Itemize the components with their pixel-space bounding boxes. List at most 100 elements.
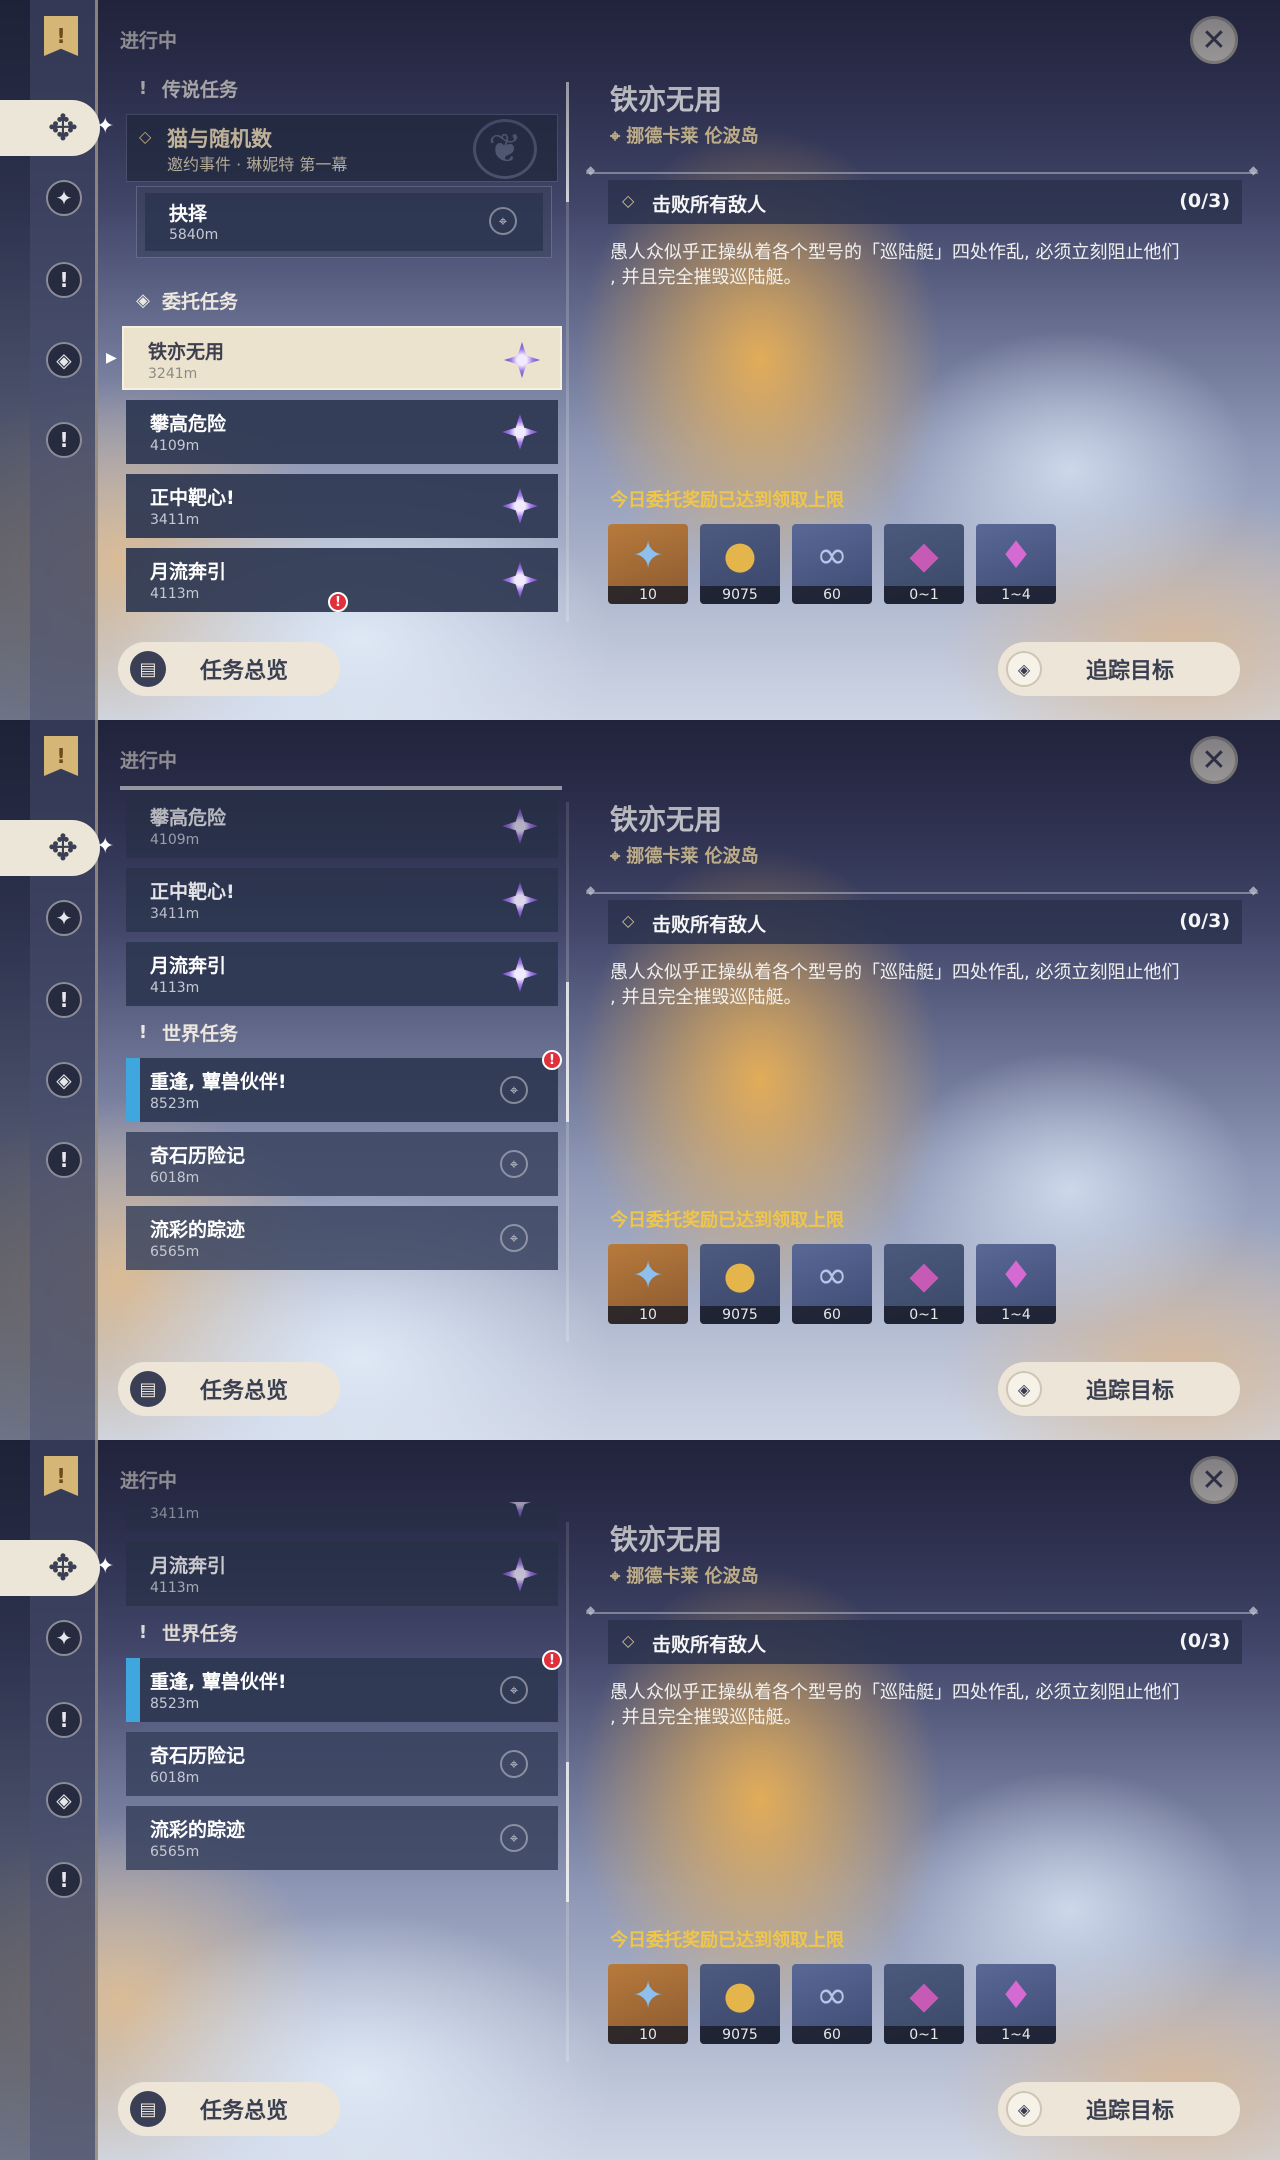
world-quest-card[interactable]: 重逢, 蕈兽伙伴! 8523m ⌖: [126, 1658, 558, 1722]
reward-item[interactable]: ● 9075: [700, 1964, 780, 2044]
reward-item[interactable]: ∞ 60: [792, 524, 872, 604]
reward-item[interactable]: ∞ 60: [792, 1964, 872, 2044]
legend-quest-name: 猫与随机数: [167, 127, 272, 151]
commission-icon[interactable]: ◈: [46, 1782, 82, 1818]
scroll-thumb[interactable]: [566, 1762, 569, 1902]
close-button[interactable]: ✕: [1190, 1456, 1238, 1504]
commission-card[interactable]: 正中靶心! 3411m: [126, 1502, 558, 1532]
reward-item[interactable]: ● 9075: [700, 524, 780, 604]
location-pin-icon[interactable]: ⌖: [500, 1824, 528, 1852]
world-quest-icon[interactable]: !: [46, 422, 82, 458]
archon-quest-icon[interactable]: ✦: [46, 1620, 82, 1656]
quest-book-icon: ▤: [130, 2091, 166, 2127]
diamond-icon: ◇: [622, 191, 635, 210]
archon-quest-icon[interactable]: ✦: [46, 180, 82, 216]
commission-card[interactable]: 正中靶心! 3411m: [126, 868, 558, 932]
commission-card[interactable]: 月流奔引 4113m: [126, 942, 558, 1006]
reward-item[interactable]: ✦ 10: [608, 524, 688, 604]
sidebar-item-in-progress[interactable]: ✥: [0, 820, 100, 876]
scroll-thumb[interactable]: [566, 82, 569, 202]
reward-count: 9075: [700, 2026, 780, 2044]
location-pin-icon[interactable]: ⌖: [500, 1076, 528, 1104]
mora-icon: ●: [723, 533, 757, 577]
world-quest-card[interactable]: 重逢, 蕈兽伙伴! 8523m ⌖: [126, 1058, 558, 1122]
reward-item[interactable]: ✦ 10: [608, 1244, 688, 1324]
quest-overview-button[interactable]: ▤ 任务总览: [118, 2082, 340, 2136]
reward-item[interactable]: ◆ 0~1: [884, 1964, 964, 2044]
legend-step-name: 抉择: [169, 203, 208, 225]
crystal-cluster-icon: ♦: [998, 1253, 1034, 1297]
world-quest-distance: 8523m: [150, 1096, 200, 1112]
story-quest-icon[interactable]: !: [46, 262, 82, 298]
reward-item[interactable]: ● 9075: [700, 1244, 780, 1324]
reward-item[interactable]: ✦ 10: [608, 1964, 688, 2044]
quest-description: 愚人众似乎正操纵着各个型号的「巡陆艇」四处作乱, 必须立刻阻止他们 , 并且完全…: [610, 1680, 1246, 1730]
reward-item[interactable]: ♦ 1~4: [976, 524, 1056, 604]
quest-banner-icon[interactable]: !: [44, 1456, 78, 1496]
quest-location: ⌖ 挪德卡莱 伦波岛: [610, 1566, 759, 1587]
world-quest-name: 重逢, 蕈兽伙伴!: [150, 1071, 287, 1093]
quest-overview-button[interactable]: ▤ 任务总览: [118, 1362, 340, 1416]
commission-card[interactable]: 月流奔引 4113m: [126, 1542, 558, 1606]
ore-crystal-icon: ◆: [909, 1973, 939, 2017]
scrollbar[interactable]: [566, 1522, 569, 2062]
world-quest-card[interactable]: 流彩的踪迹 6565m ⌖: [126, 1806, 558, 1870]
sidebar-item-in-progress[interactable]: ✥: [0, 100, 100, 156]
legend-step-card[interactable]: 抉择 5840m ⌖: [136, 186, 552, 258]
sparkle-icon: ✦: [96, 1554, 115, 1579]
location-pin-icon[interactable]: ⌖: [500, 1224, 528, 1252]
commission-star-icon: [502, 1502, 538, 1518]
legend-quest-subtitle: 邀约事件 · 琳妮特 第一幕: [167, 155, 348, 174]
reward-item[interactable]: ◆ 0~1: [884, 524, 964, 604]
description-line: 愚人众似乎正操纵着各个型号的「巡陆艇」四处作乱, 必须立刻阻止他们: [610, 242, 1180, 263]
tracked-indicator: [126, 1658, 140, 1722]
section-world: ! 世界任务: [132, 1616, 238, 1648]
location-pin-icon[interactable]: ⌖: [489, 207, 517, 235]
world-quest-icon[interactable]: !: [46, 1862, 82, 1898]
commission-card[interactable]: 攀高危险 4109m: [126, 400, 558, 464]
track-target-button[interactable]: ◈ 追踪目标: [998, 1362, 1240, 1416]
reward-item[interactable]: ♦ 1~4: [976, 1244, 1056, 1324]
commission-icon[interactable]: ◈: [46, 1062, 82, 1098]
location-pin-icon[interactable]: ⌖: [500, 1676, 528, 1704]
world-quest-card[interactable]: 奇石历险记 6018m ⌖: [126, 1732, 558, 1796]
legend-quest-card[interactable]: ◇ 猫与随机数 邀约事件 · 琳妮特 第一幕 ❦: [126, 114, 558, 182]
commission-distance: 4109m: [150, 438, 200, 454]
location-pin-icon[interactable]: ⌖: [500, 1750, 528, 1778]
quest-list: ! 传说任务 ◇ 猫与随机数 邀约事件 · 琳妮特 第一幕 ❦ 抉择 5840m …: [118, 62, 566, 622]
reward-limit-note: 今日委托奖励已达到领取上限: [610, 1930, 844, 1951]
reward-item[interactable]: ◆ 0~1: [884, 1244, 964, 1324]
archon-quest-icon[interactable]: ✦: [46, 900, 82, 936]
commission-card[interactable]: 正中靶心! 3411m: [126, 474, 558, 538]
location-pin-icon[interactable]: ⌖: [500, 1150, 528, 1178]
reward-item[interactable]: ♦ 1~4: [976, 1964, 1056, 2044]
world-quest-card[interactable]: 流彩的踪迹 6565m ⌖: [126, 1206, 558, 1270]
story-quest-icon[interactable]: !: [46, 982, 82, 1018]
commission-card[interactable]: 攀高危险 4109m: [126, 794, 558, 858]
commission-card-selected[interactable]: 铁亦无用 3241m: [122, 326, 562, 390]
button-label: 任务总览: [200, 1379, 289, 1404]
reward-item[interactable]: ∞ 60: [792, 1244, 872, 1324]
track-target-button[interactable]: ◈ 追踪目标: [998, 642, 1240, 696]
commission-icon[interactable]: ◈: [46, 342, 82, 378]
quest-banner-icon[interactable]: !: [44, 16, 78, 56]
exclamation-icon: !: [138, 1621, 148, 1643]
objective-bar: ◇ 击败所有敌人 (0/3): [608, 900, 1242, 944]
sidebar-item-in-progress[interactable]: ✥: [0, 1540, 100, 1596]
commission-star-icon: [502, 488, 538, 524]
close-button[interactable]: ✕: [1190, 736, 1238, 784]
close-button[interactable]: ✕: [1190, 16, 1238, 64]
commission-star-icon: [502, 956, 538, 992]
track-target-button[interactable]: ◈ 追踪目标: [998, 2082, 1240, 2136]
scroll-thumb[interactable]: [566, 982, 569, 1122]
world-quest-card[interactable]: 奇石历险记 6018m ⌖: [126, 1132, 558, 1196]
scrollbar[interactable]: [566, 82, 569, 622]
story-quest-icon[interactable]: !: [46, 1702, 82, 1738]
quest-list: 攀高危险 4109m 正中靶心! 3411m 月流奔引 4113m ! 世界任务 …: [118, 782, 566, 1342]
quest-overview-button[interactable]: ▤ 任务总览: [118, 642, 340, 696]
quest-banner-icon[interactable]: !: [44, 736, 78, 776]
world-quest-icon[interactable]: !: [46, 1142, 82, 1178]
selection-arrow-icon: ▶: [106, 350, 117, 366]
scrollbar[interactable]: [566, 802, 569, 1342]
commission-star-icon: [502, 414, 538, 450]
